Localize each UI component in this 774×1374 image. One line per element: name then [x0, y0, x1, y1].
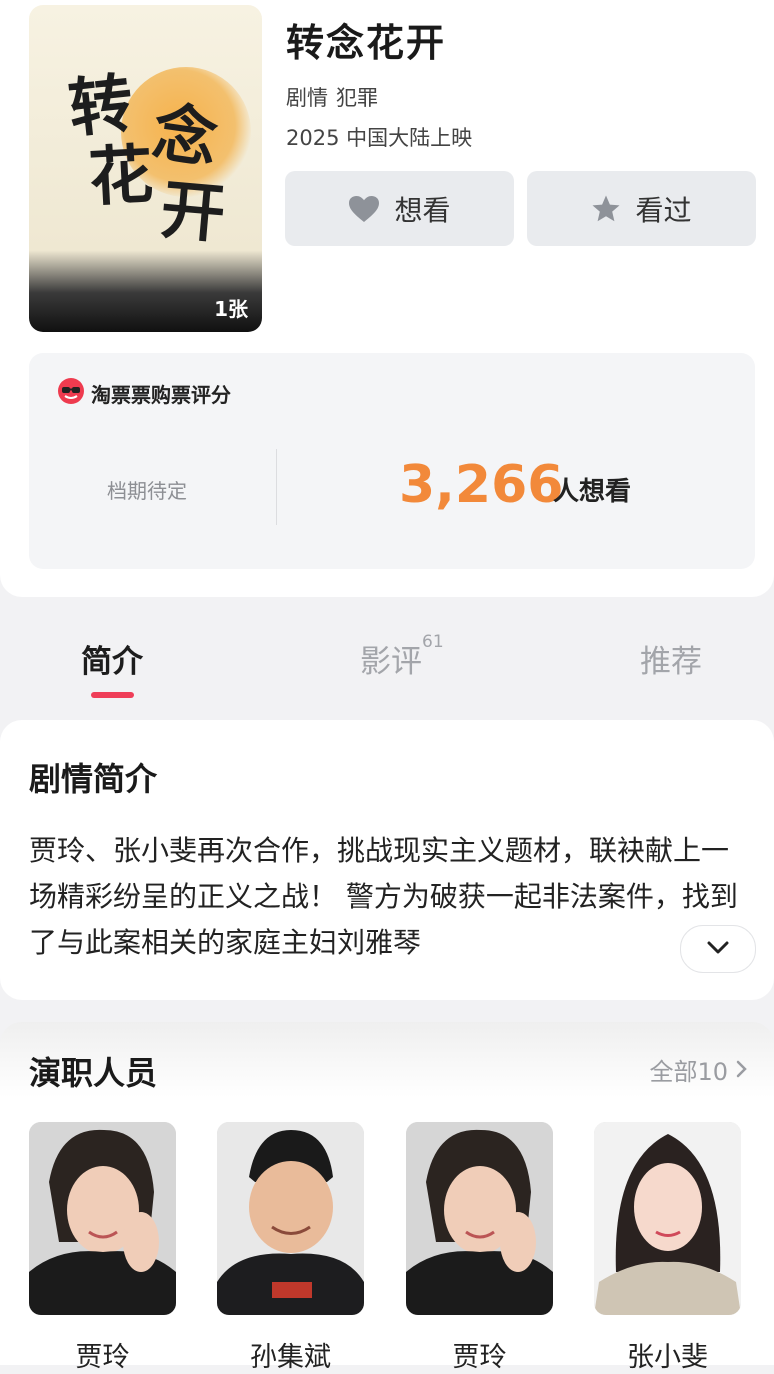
cast-photo: [29, 1122, 176, 1315]
tab-reviews[interactable]: 影评61: [360, 632, 444, 681]
cast-member[interactable]: 张小斐: [594, 1122, 741, 1374]
tab-intro[interactable]: 简介: [81, 636, 143, 681]
poster-calligraphy-char: 转: [65, 65, 137, 148]
cast-photo: [217, 1122, 364, 1315]
cast-name: 张小斐: [627, 1342, 708, 1373]
rating-source-label: 淘票票购票评分: [91, 383, 231, 407]
poster-calligraphy-char: 念: [148, 94, 222, 179]
want-to-watch-label: 想看: [394, 193, 451, 227]
want-to-watch-button[interactable]: 想看: [285, 171, 514, 246]
tab-recommend[interactable]: 推荐: [640, 636, 702, 681]
taopiaopiao-logo-icon: [57, 377, 85, 410]
genre-tag: 犯罪: [336, 86, 378, 110]
star-icon: [591, 194, 621, 224]
release-status: 档期待定: [107, 479, 187, 503]
synopsis-text: 贾玲、张小斐再次合作，挑战现实主义题材，联袂献上一场精彩纷呈的正义之战！ 警方为…: [29, 834, 738, 959]
movie-poster[interactable]: 转 念 花 开 1张: [29, 5, 262, 332]
chevron-right-icon: [736, 1056, 748, 1084]
cast-member[interactable]: 孙集斌: [217, 1122, 364, 1374]
poster-calligraphy-char: 开: [157, 172, 229, 253]
tab-badge: 61: [422, 632, 444, 652]
poster-calligraphy-char: 花: [87, 137, 155, 216]
movie-header-card: 转 念 花 开 1张 转念花开 剧情犯罪 2025 中国大陆上映 想看 看过: [0, 0, 774, 597]
cast-photo: [406, 1122, 553, 1315]
active-tab-indicator: [91, 692, 134, 698]
movie-genres: 剧情 犯罪: [286, 82, 386, 112]
cast-photo: [594, 1122, 741, 1315]
watched-label: 看过: [635, 193, 692, 227]
synopsis-card: 剧情简介 贾玲、张小斐再次合作，挑战现实主义题材，联袂献上一场精彩纷呈的正义之战…: [0, 720, 774, 1000]
cast-name: 贾玲: [452, 1342, 507, 1373]
cast-member[interactable]: 贾玲: [29, 1122, 176, 1374]
poster-count: 1张: [214, 297, 248, 321]
want-count: 3,266: [399, 455, 564, 515]
watched-button[interactable]: 看过: [527, 171, 756, 246]
rating-divider: [276, 449, 277, 525]
tab-label: 简介: [81, 644, 143, 680]
cast-title: 演职人员: [29, 1054, 158, 1092]
synopsis-title: 剧情简介: [29, 760, 158, 798]
cast-view-all-label: 全部10: [649, 1058, 728, 1086]
rating-source: 淘票票购票评分: [57, 377, 231, 410]
tab-label: 推荐: [640, 644, 702, 680]
cast-name: 孙集斌: [250, 1342, 331, 1373]
cast-name: 贾玲: [75, 1342, 130, 1373]
rating-card: 淘票票购票评分 档期待定 3,266 人想看: [29, 353, 755, 569]
cast-member[interactable]: 贾玲: [406, 1122, 553, 1374]
cast-card: 演职人员 全部10 贾玲 孙集斌 贾玲 张小斐: [0, 1022, 774, 1373]
cast-view-all-link[interactable]: 全部10: [649, 1052, 748, 1087]
release-info: 2025 中国大陆上映: [286, 126, 473, 150]
tab-label: 影评: [360, 644, 422, 680]
movie-title: 转念花开: [286, 21, 447, 65]
heart-icon: [348, 195, 380, 223]
genre-tag: 剧情: [286, 86, 328, 110]
expand-synopsis-button[interactable]: [680, 925, 756, 973]
want-count-label: 人想看: [553, 477, 632, 507]
chevron-down-icon: [707, 940, 729, 959]
content-tabs: 简介 影评61 推荐: [0, 620, 774, 710]
